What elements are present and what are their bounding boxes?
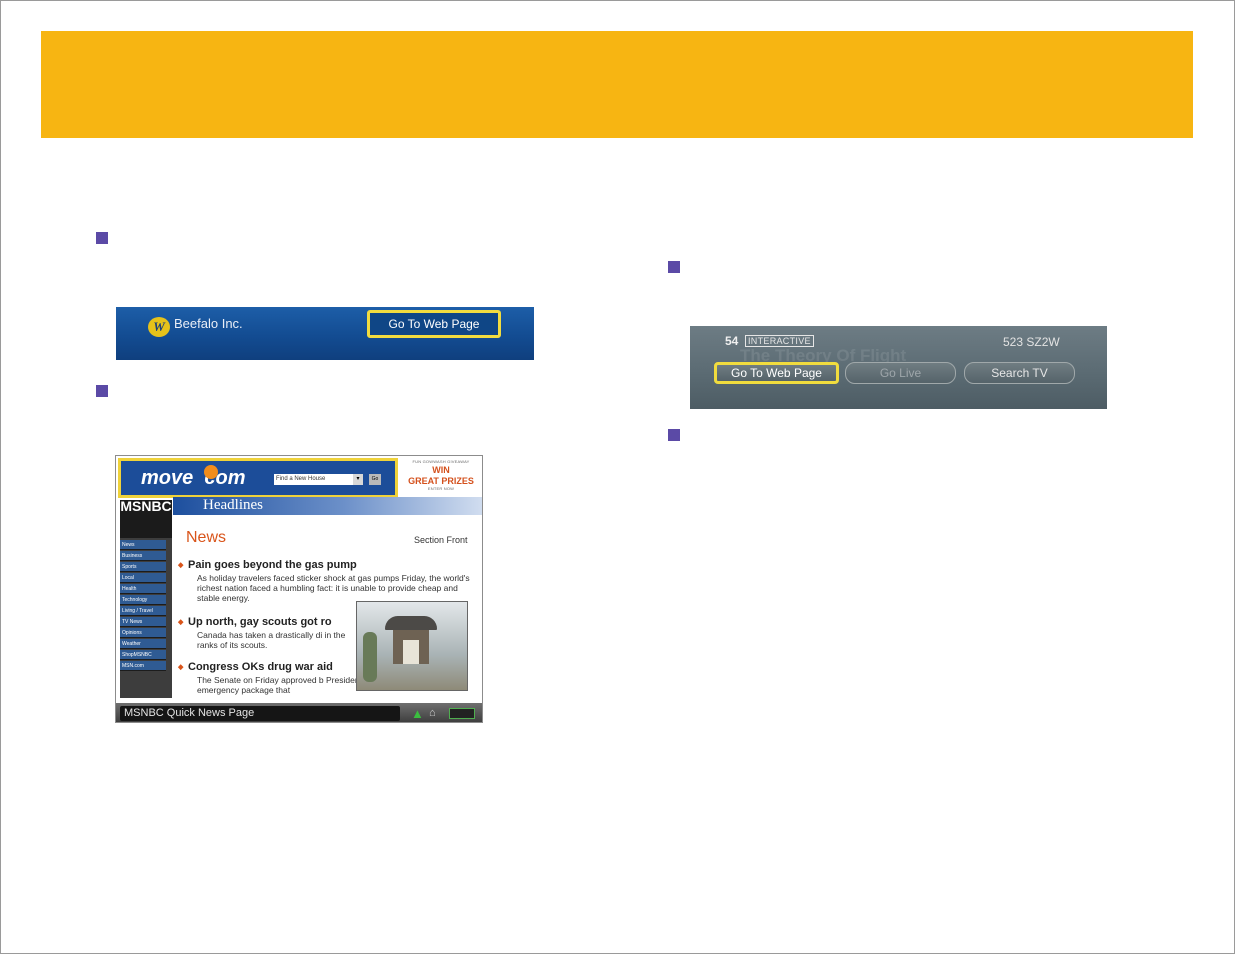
- w-logo-icon: W: [148, 317, 170, 337]
- sidebar-item[interactable]: News: [120, 540, 166, 550]
- search-tv-button[interactable]: Search TV: [964, 362, 1075, 384]
- ticker-bar: MSNBC Quick News Page ▲ ⌂: [116, 703, 482, 722]
- interactive-badge: INTERACTIVE: [745, 335, 814, 347]
- company-name: Beefalo Inc.: [174, 316, 243, 331]
- chevron-down-icon[interactable]: ▾: [353, 474, 363, 485]
- prize-ad[interactable]: FUN GOWWASH GIVEAWAY WIN GREAT PRIZES EN…: [402, 459, 480, 497]
- headlines-bar: Headlines: [173, 497, 482, 515]
- tv-interactive-bar: The Theory Of Flight 54 INTERACTIVE 523 …: [690, 326, 1107, 409]
- ad-go-button[interactable]: Go: [369, 474, 381, 485]
- ad-search-input[interactable]: Find a New House: [274, 474, 362, 485]
- section-front-link[interactable]: Section Front: [414, 535, 468, 545]
- promo-footer: ENTER NOW: [427, 486, 455, 491]
- header-banner: [41, 31, 1193, 138]
- story-headline[interactable]: Pain goes beyond the gas pump: [178, 559, 357, 571]
- promo-line: FUN GOWWASH GIVEAWAY: [412, 459, 470, 464]
- bullet-marker: [96, 232, 108, 244]
- msnbc-screenshot: move com Find a New House ▾ Go FUN GOWWA…: [115, 455, 483, 723]
- brand-dot-icon: [204, 465, 218, 479]
- prize-line-2: GREAT PRIZES: [408, 476, 474, 486]
- go-live-button[interactable]: Go Live: [845, 362, 956, 384]
- bullet-marker: [96, 385, 108, 397]
- status-indicator: [449, 708, 475, 719]
- go-to-web-page-button[interactable]: Go To Web Page: [714, 362, 839, 384]
- time-readout: 523 SZ2W: [1003, 335, 1060, 349]
- sidebar-item[interactable]: Local: [120, 573, 166, 583]
- beefalo-screenshot: W Beefalo Inc. Go To Web Page: [116, 307, 534, 360]
- sidebar-item[interactable]: Business: [120, 551, 166, 561]
- sidebar-item[interactable]: MSN.com: [120, 661, 166, 671]
- go-to-web-page-button[interactable]: Go To Web Page: [367, 310, 501, 338]
- sidebar-item[interactable]: Opinions: [120, 628, 166, 638]
- sidebar-item[interactable]: Living / Travel: [120, 606, 166, 616]
- headlines-label: Headlines: [203, 497, 263, 513]
- story-headline[interactable]: Congress OKs drug war aid: [178, 661, 333, 673]
- story-body: Canada has taken a drastically di in the…: [197, 630, 346, 650]
- sidebar-item[interactable]: Weather: [120, 639, 166, 649]
- channel-number: 54: [725, 334, 739, 348]
- arrow-up-icon[interactable]: ▲: [411, 706, 424, 721]
- home-icon[interactable]: ⌂: [429, 706, 436, 721]
- sidebar-item[interactable]: Sports: [120, 562, 166, 572]
- sidebar-item[interactable]: Technology: [120, 595, 166, 605]
- msnbc-logo[interactable]: MSNBC: [120, 499, 172, 538]
- bullet-marker: [668, 429, 680, 441]
- story-body: As holiday travelers faced sticker shock…: [197, 573, 470, 603]
- news-photo: [356, 601, 468, 691]
- move-com-ad[interactable]: move com Find a New House ▾ Go: [118, 458, 398, 498]
- sidebar-item[interactable]: Health: [120, 584, 166, 594]
- ticker-label: MSNBC Quick News Page: [120, 706, 400, 721]
- sidebar-item[interactable]: ShopMSNBC: [120, 650, 166, 660]
- bullet-marker: [668, 261, 680, 273]
- section-title: News: [186, 529, 227, 546]
- prize-line-1: WIN: [432, 465, 450, 475]
- ad-brand: move com: [141, 467, 246, 489]
- story-headline[interactable]: Up north, gay scouts got ro: [178, 616, 332, 628]
- sidebar-item[interactable]: TV News: [120, 617, 166, 627]
